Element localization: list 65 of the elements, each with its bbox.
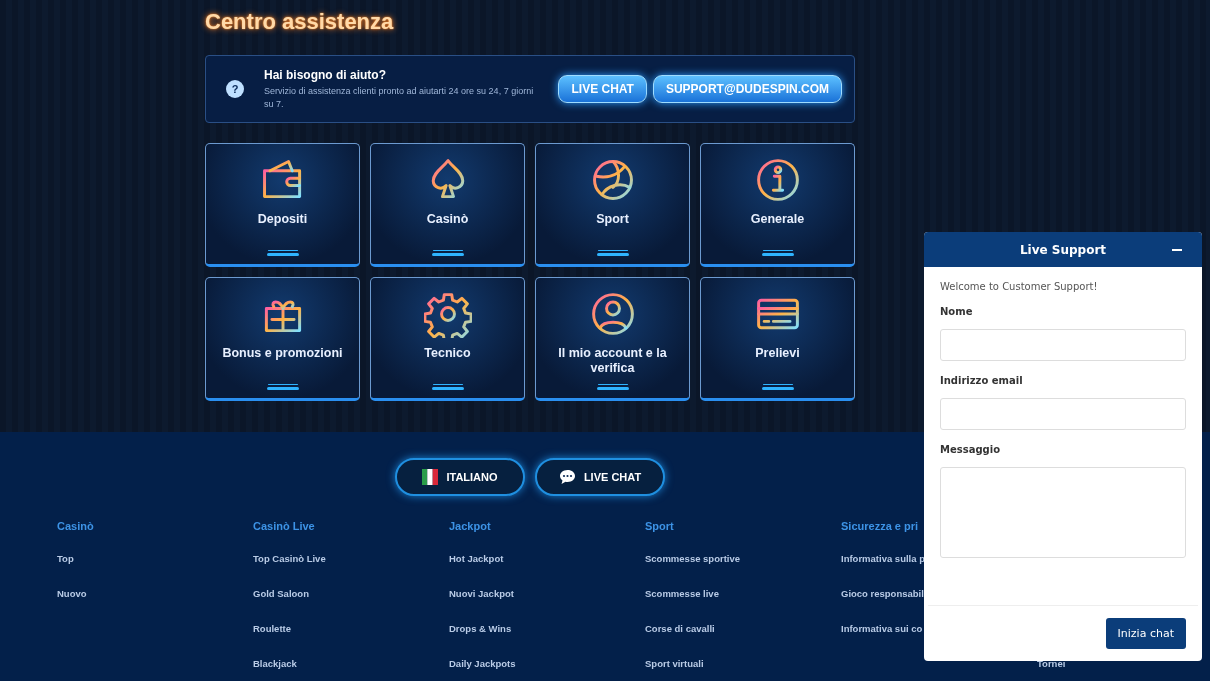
footer-link[interactable]: Corse di cavalli xyxy=(645,622,715,636)
footer-link[interactable]: Informativa sui co xyxy=(841,622,923,636)
footer-link[interactable]: Hot Jackpot xyxy=(449,552,504,566)
field-label: Indirizzo email xyxy=(940,375,1024,386)
category-label: Generale xyxy=(750,212,805,228)
card-indicator xyxy=(266,387,299,390)
category-label: Casinò xyxy=(426,212,469,228)
page-title: Centro assistenza xyxy=(205,10,395,34)
message-field[interactable] xyxy=(940,467,1186,558)
category-label: Bonus e promozioni xyxy=(222,346,343,362)
category-card[interactable]: Generale xyxy=(700,143,855,267)
live-chat-button[interactable]: LIVE CHAT xyxy=(535,458,665,496)
footer-link[interactable]: Top Casinò Live xyxy=(253,552,326,566)
footer-link[interactable]: Nuovo xyxy=(57,587,87,601)
card-indicator xyxy=(596,387,629,390)
category-label: Depositi xyxy=(257,212,308,228)
help-text: Servizio di assistenza clienti pronto ad aiutarti 24 ore su 24, 7 giorni su 7. xyxy=(264,84,534,111)
category-card[interactable]: Depositi xyxy=(205,143,360,267)
footer-link[interactable]: Sport virtuali xyxy=(645,657,704,671)
footer-heading: Sicurezza e pri xyxy=(841,519,919,533)
footer-link[interactable]: Blackjack xyxy=(253,657,297,671)
footer-link[interactable]: Roulette xyxy=(253,622,291,636)
category-label: Sport xyxy=(596,212,629,228)
flag-icon xyxy=(422,469,439,485)
card-indicator xyxy=(761,387,794,390)
footer-link[interactable]: Gold Saloon xyxy=(253,587,309,601)
welcome-text: Welcome to Customer Support! xyxy=(940,281,1099,292)
footer-link[interactable]: Drops & Wins xyxy=(449,622,512,636)
field-label: Nome xyxy=(940,306,974,317)
category-card[interactable]: Sport xyxy=(535,143,690,267)
card-indicator xyxy=(431,387,464,390)
footer-link[interactable]: Gioco responsabil xyxy=(841,587,924,601)
footer-heading: Casinò xyxy=(57,519,94,533)
question-icon: ? xyxy=(226,80,244,98)
minimize-icon[interactable] xyxy=(1172,249,1182,251)
category-card[interactable]: Tecnico xyxy=(370,277,525,401)
category-card[interactable]: Il mio account e la verifica xyxy=(535,277,690,401)
footer-link[interactable]: Nuovi Jackpot xyxy=(449,587,514,601)
footer-link[interactable]: Tornei xyxy=(1037,657,1066,671)
card-indicator xyxy=(431,253,464,256)
language-button[interactable]: ITALIANO xyxy=(395,458,525,496)
card-indicator xyxy=(596,253,629,256)
card-indicator xyxy=(761,253,794,256)
category-label: Il mio account e la verifica xyxy=(557,346,668,377)
help-title: Hai bisogno di aiuto? xyxy=(264,67,387,82)
footer-link[interactable]: Scommesse sportive xyxy=(645,552,741,566)
footer-heading: Jackpot xyxy=(449,519,491,533)
footer-link[interactable]: Top xyxy=(57,552,74,566)
input-field[interactable] xyxy=(940,329,1186,361)
category-card[interactable]: Bonus e promozioni xyxy=(205,277,360,401)
chat-title: Live Support xyxy=(1019,242,1107,257)
chat-bubble-icon xyxy=(558,469,576,485)
category-label: Prelievi xyxy=(755,346,800,362)
footer-link[interactable]: Scommesse live xyxy=(645,587,719,601)
footer-heading: Sport xyxy=(645,519,674,533)
category-card[interactable]: Casinò xyxy=(370,143,525,267)
gear-icon xyxy=(423,290,472,338)
start-chat-button[interactable]: Inizia chat xyxy=(1105,618,1186,649)
field-label: Messaggio xyxy=(940,444,1001,455)
card-indicator xyxy=(266,253,299,256)
category-label: Tecnico xyxy=(424,346,471,362)
category-card[interactable]: Prelievi xyxy=(700,277,855,401)
footer-heading: Casinò Live xyxy=(253,519,315,533)
footer-link[interactable]: Daily Jackpots xyxy=(449,657,516,671)
input-field[interactable] xyxy=(940,398,1186,430)
